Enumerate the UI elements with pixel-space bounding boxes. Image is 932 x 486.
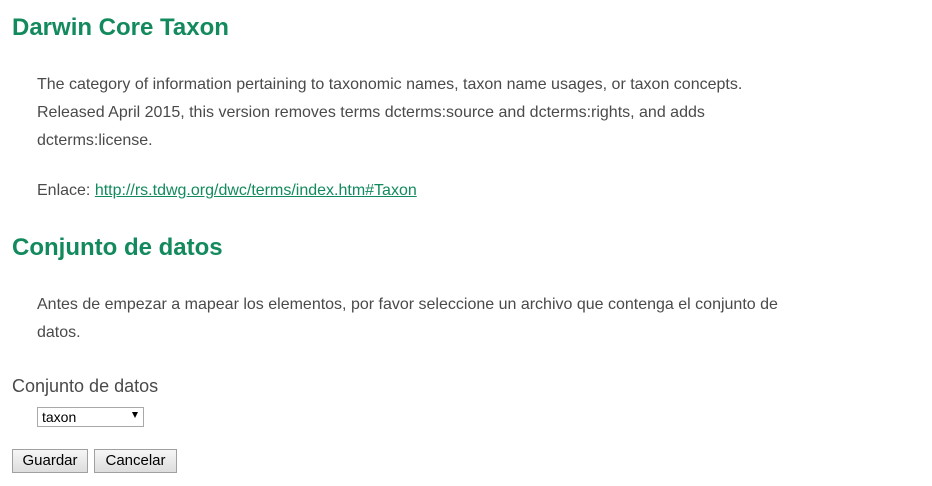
dataset-select[interactable]: taxon: [37, 407, 144, 427]
chevron-down-icon: [132, 412, 138, 418]
dataset-instructions-line: datos.: [37, 324, 81, 341]
dataset-instructions: Antes de empezar a mapear los elementos,…: [37, 291, 877, 347]
cancel-button[interactable]: Cancelar: [94, 449, 177, 473]
taxon-link-row: Enlace: http://rs.tdwg.org/dwc/terms/ind…: [37, 177, 877, 205]
dataset-field-label: Conjunto de datos: [12, 376, 159, 396]
dataset-instructions-line: Antes de empezar a mapear los elementos,…: [37, 296, 778, 313]
save-button[interactable]: Guardar: [12, 449, 88, 473]
link-label: Enlace:: [37, 182, 91, 199]
taxon-section-title: Darwin Core Taxon: [12, 14, 229, 41]
taxon-terms-link[interactable]: http://rs.tdwg.org/dwc/terms/index.htm#T…: [95, 182, 417, 199]
taxon-description: The category of information pertaining t…: [37, 71, 877, 155]
dataset-select-value: taxon: [42, 409, 77, 425]
taxon-description-line: The category of information pertaining t…: [37, 76, 743, 93]
taxon-description-line: Released April 2015, this version remove…: [37, 104, 705, 121]
taxon-description-line: dcterms:license.: [37, 132, 153, 149]
dataset-section-title: Conjunto de datos: [12, 234, 223, 261]
